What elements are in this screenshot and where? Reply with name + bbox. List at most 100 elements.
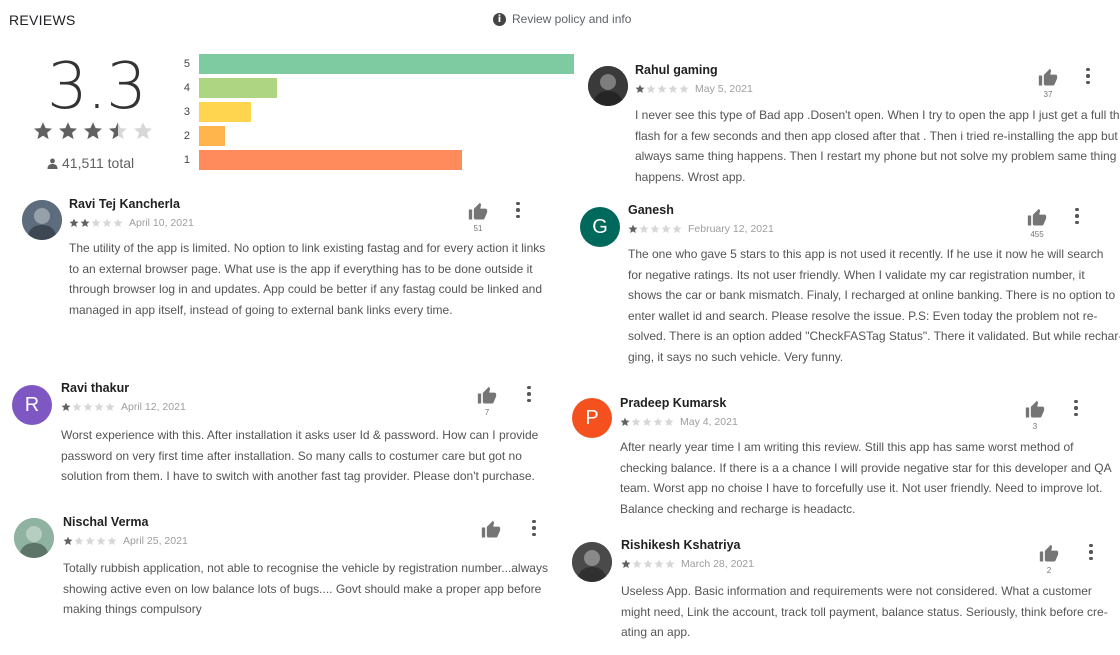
- avatar-initial: P: [585, 406, 599, 429]
- avatar-photo: [572, 542, 612, 582]
- star-icon: [133, 121, 153, 141]
- person-icon: [47, 158, 58, 169]
- star-icon: [654, 559, 664, 569]
- review-text-line: enter wallet id and search. Please resol…: [628, 308, 1098, 323]
- review-text-line: managed in app itself, instead of going …: [69, 302, 453, 317]
- thumbs-up-icon[interactable]: [477, 386, 497, 406]
- star-icon: [85, 536, 95, 546]
- avatar: R: [12, 385, 52, 425]
- review-text-line: for negative ratings. Its not user frien…: [628, 267, 1085, 282]
- star-icon: [74, 536, 84, 546]
- helpful-count: 2: [1046, 566, 1052, 575]
- review-text-line: solved. There is an option added "CheckF…: [628, 329, 1120, 343]
- helpful-count: 455: [1030, 230, 1044, 239]
- review-text-line: ging, it says no such vehicle. Very funn…: [628, 349, 844, 364]
- helpful-count: 3: [1032, 422, 1038, 431]
- more-options-icon[interactable]: [1086, 542, 1096, 562]
- star-icon: [80, 218, 90, 228]
- star-icon: [83, 121, 103, 141]
- star-icon: [105, 402, 115, 412]
- review-stars: [635, 84, 689, 94]
- histogram-bar-5: [199, 54, 574, 74]
- thumbs-up-icon[interactable]: [1027, 208, 1047, 228]
- review-stars: [63, 536, 117, 546]
- review-stars: [628, 224, 682, 234]
- review-date: April 12, 2021: [121, 401, 186, 413]
- review-text-line: shows the car or bank mismatch. Finaly, …: [628, 288, 1116, 302]
- review-text-line: password on very first time after instal…: [61, 448, 522, 463]
- thumbs-up-icon[interactable]: [468, 202, 488, 222]
- section-title: REVIEWS: [9, 12, 76, 28]
- more-options-icon[interactable]: [524, 384, 534, 404]
- star-icon: [642, 417, 652, 427]
- star-icon: [102, 218, 112, 228]
- more-options-icon[interactable]: [1071, 398, 1081, 418]
- review-date: April 25, 2021: [123, 535, 188, 547]
- histogram-bar-3: [199, 102, 251, 122]
- average-stars: [33, 121, 153, 141]
- review-text-line: checking balance. If there is a a chance…: [620, 460, 1112, 475]
- review-text-line: always same thing happens. Then I restar…: [635, 149, 1117, 163]
- star-icon: [94, 402, 104, 412]
- thumbs-up-icon[interactable]: [481, 520, 501, 540]
- histogram-label: 2: [183, 130, 190, 142]
- review-text: Useless App. Basic information and requi…: [621, 581, 1108, 643]
- review-text-line: making things compulsory: [63, 602, 202, 616]
- star-icon: [635, 84, 645, 94]
- avatar-photo: [22, 200, 62, 240]
- reviewer-name: Nischal Verma: [63, 515, 149, 529]
- more-options-icon[interactable]: [529, 518, 539, 538]
- helpful-count: 37: [1043, 90, 1053, 99]
- histogram-bar-1: [199, 150, 462, 170]
- thumbs-up-icon[interactable]: [1038, 68, 1058, 88]
- star-icon: [83, 402, 93, 412]
- avatar: P: [572, 398, 612, 438]
- helpful-count: 7: [484, 408, 490, 417]
- review-meta: March 28, 2021: [621, 558, 754, 570]
- star-icon: [96, 536, 106, 546]
- star-icon: [61, 402, 71, 412]
- review-text-line: Worst experience with this. After instal…: [61, 428, 539, 442]
- more-options-icon[interactable]: [513, 200, 523, 220]
- star-icon: [69, 218, 79, 228]
- review-text-line: I never see this type of Bad app .Dosen'…: [635, 108, 1120, 122]
- more-options-icon[interactable]: [1072, 206, 1082, 226]
- star-icon: [628, 224, 638, 234]
- review-text-line: ating an app.: [621, 625, 691, 639]
- star-icon: [63, 536, 73, 546]
- star-icon: [664, 417, 674, 427]
- review-meta: May 5, 2021: [635, 83, 753, 95]
- review-text: The utility of the app is limited. No op…: [69, 238, 545, 320]
- histogram-label: 4: [183, 82, 190, 94]
- star-icon: [653, 417, 663, 427]
- star-icon: [668, 84, 678, 94]
- review-text: I never see this type of Bad app .Dosen'…: [635, 105, 1120, 187]
- avatar-photo: [14, 518, 54, 558]
- histogram-label: 5: [183, 58, 190, 70]
- star-icon: [107, 536, 117, 546]
- review-text-line: to an external browser page. What use is…: [69, 261, 533, 276]
- star-icon: [657, 84, 667, 94]
- avatar-initial: G: [592, 215, 608, 238]
- more-options-icon[interactable]: [1083, 66, 1093, 86]
- review-text-line: After nearly year time I am writing this…: [620, 440, 1074, 454]
- review-meta: April 25, 2021: [63, 535, 188, 547]
- review-text-line: flash for a few seconds and then app clo…: [635, 128, 1118, 143]
- review-policy-link[interactable]: i Review policy and info: [493, 12, 631, 26]
- reviewer-name: Rahul gaming: [635, 63, 718, 77]
- thumbs-up-icon[interactable]: [1025, 400, 1045, 420]
- star-icon: [665, 559, 675, 569]
- star-icon: [621, 559, 631, 569]
- review-meta: February 12, 2021: [628, 223, 774, 235]
- thumbs-up-icon[interactable]: [1039, 544, 1059, 564]
- review-text-line: team. Worst app no choise I have to forc…: [620, 481, 1103, 495]
- total-ratings: 41,511 total: [47, 155, 134, 171]
- star-icon: [620, 417, 630, 427]
- reviewer-name: Ravi Tej Kancherla: [69, 197, 180, 211]
- review-date: March 28, 2021: [681, 558, 754, 570]
- star-icon: [639, 224, 649, 234]
- review-text-line: The utility of the app is limited. No op…: [69, 241, 546, 255]
- star-icon: [632, 559, 642, 569]
- avatar: G: [580, 207, 620, 247]
- review-text-line: through browser log in and updates. App …: [69, 282, 542, 296]
